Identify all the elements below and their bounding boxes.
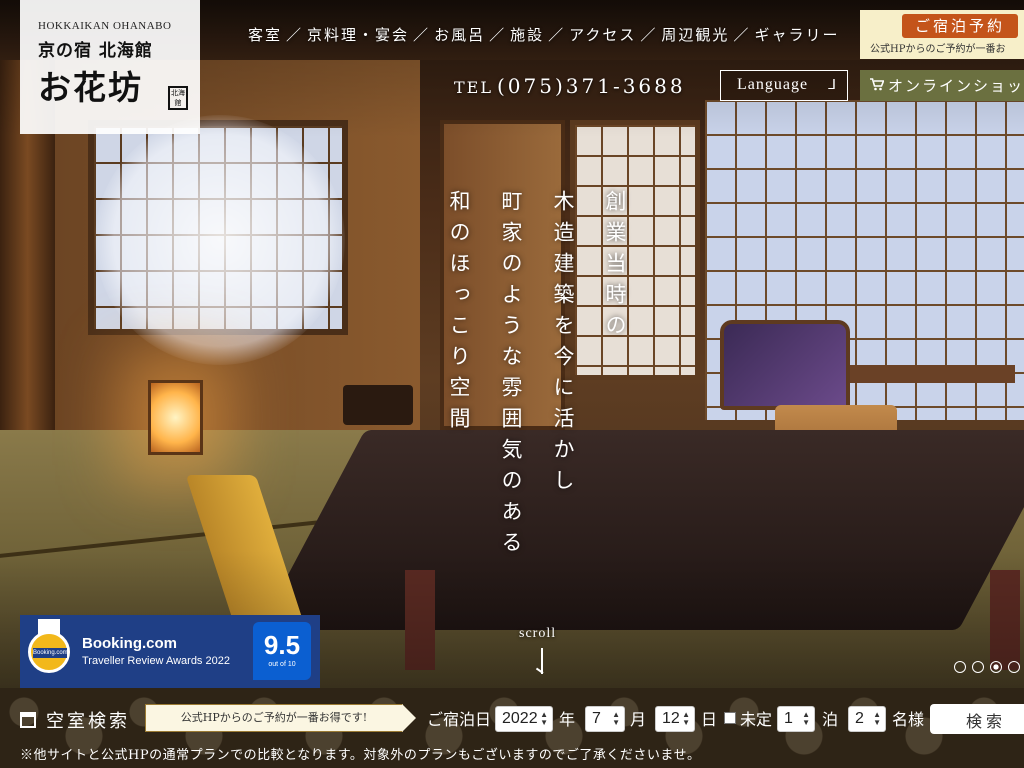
search-button[interactable]: 検索: [930, 704, 1024, 734]
reservation-box: ご宿泊予約 公式HPからのご予約が一番お: [860, 10, 1024, 59]
logo-subtitle: 京の宿 北海館: [38, 41, 153, 61]
nav-gallery[interactable]: ギャラリー: [754, 24, 839, 45]
slider-dot[interactable]: [1008, 661, 1020, 673]
stay-date-label: ご宿泊日: [427, 710, 492, 729]
tel-number: (075)371-3688: [496, 74, 686, 98]
price-disclaimer: ※他サイトと公式HPの通常プランでの比較となります。対象外のプランもございますの…: [20, 748, 701, 763]
booking-award-badge[interactable]: Booking.com Booking.com Traveller Review…: [20, 615, 320, 688]
phone-number[interactable]: TEL (075)371-3688: [454, 74, 686, 98]
award-medal-icon: Booking.com: [26, 619, 72, 677]
nav-separator: ／: [489, 26, 507, 44]
slider-dot-active[interactable]: [990, 661, 1002, 673]
nav-separator: ／: [548, 26, 566, 44]
guests-select[interactable]: 2 ▲ ▼: [848, 706, 886, 732]
scroll-label: scroll: [519, 626, 557, 641]
tagline-line: 和のほっこり空間: [447, 190, 471, 438]
reserve-note: 公式HPからのご予約が一番お: [870, 44, 1006, 55]
day-value: 12: [662, 710, 680, 727]
slider-pagination: [954, 661, 1020, 673]
main-nav: 客室 ／ 京料理・宴会 ／ お風呂 ／ 施設 ／ アクセス ／ 周辺観光 ／ ギ…: [248, 24, 839, 45]
spinner-icon: ▲ ▼: [802, 710, 810, 727]
online-shop-label: オンラインショップ: [888, 77, 1024, 95]
language-selector[interactable]: Language ⅃: [720, 70, 848, 101]
slider-dot[interactable]: [954, 661, 966, 673]
year-value: 2022: [502, 710, 538, 727]
guests-value: 2: [855, 710, 864, 727]
spinner-icon: ▲ ▼: [873, 710, 881, 727]
month-value: 7: [592, 710, 601, 727]
nav-cuisine[interactable]: 京料理・宴会: [307, 24, 409, 45]
search-title-text: 空室検索: [46, 711, 130, 732]
review-score: 9.5 out of 10: [253, 622, 311, 680]
undecided-label: 未定: [740, 710, 773, 729]
nights-select[interactable]: 1 ▲ ▼: [777, 706, 815, 732]
logo-name: お花坊: [38, 68, 143, 107]
nights-value: 1: [784, 710, 793, 727]
month-select[interactable]: 7 ▲ ▼: [585, 706, 625, 732]
nav-access[interactable]: アクセス: [569, 24, 636, 45]
promo-banner: 公式HPからのご予約が一番お得です!: [145, 704, 416, 732]
calendar-icon: [20, 712, 36, 728]
nav-separator: ／: [413, 26, 431, 44]
year-unit: 年: [559, 710, 576, 729]
year-select[interactable]: 2022 ▲ ▼: [495, 706, 553, 732]
tagline-line: 町家のような雰囲気のある: [499, 190, 523, 562]
booking-brand: Booking.com: [82, 635, 178, 652]
online-shop-button[interactable]: オンラインショップ: [860, 70, 1024, 101]
review-score-value: 9.5: [263, 630, 301, 660]
nav-separator: ／: [640, 26, 658, 44]
search-button-label: 検索: [966, 712, 1007, 731]
nav-bath[interactable]: お風呂: [434, 24, 485, 45]
spinner-icon: ▲ ▼: [682, 710, 690, 727]
language-label: Language: [737, 76, 809, 93]
nav-rooms[interactable]: 客室: [248, 24, 282, 45]
nights-unit: 泊: [822, 710, 839, 729]
search-title: 空室検索: [20, 707, 130, 733]
guests-unit: 名様: [892, 710, 925, 729]
undecided-checkbox[interactable]: [724, 712, 736, 724]
caret-icon: ⅃: [828, 78, 837, 93]
logo-seal: 北海館: [168, 86, 188, 110]
day-select[interactable]: 12 ▲ ▼: [655, 706, 695, 732]
scroll-indicator[interactable]: scroll: [519, 626, 557, 674]
vacancy-search-bar: 空室検索 公式HPからのご予約が一番お得です! ご宿泊日 2022 ▲ ▼ 年 7…: [0, 688, 1024, 768]
cart-icon: [870, 77, 885, 95]
reserve-button[interactable]: ご宿泊予約: [902, 14, 1018, 38]
nav-facilities[interactable]: 施設: [510, 24, 544, 45]
tagline-line: 創業当時の: [603, 190, 627, 345]
tagline-line: 木造建築を今に活かし: [551, 190, 575, 500]
slider-dot[interactable]: [972, 661, 984, 673]
review-score-scale: out of 10: [268, 661, 296, 668]
medal-text: Booking.com: [33, 648, 68, 658]
scroll-arrow-icon: [541, 648, 543, 674]
spinner-icon: ▲ ▼: [540, 710, 548, 727]
nav-separator: ／: [733, 26, 751, 44]
nav-sightseeing[interactable]: 周辺観光: [661, 24, 729, 45]
month-unit: 月: [630, 710, 647, 729]
site-logo[interactable]: HOKKAIKAN OHANABO 京の宿 北海館 お花坊 北海館: [20, 0, 200, 134]
day-unit: 日: [701, 710, 718, 729]
tel-label: TEL: [454, 78, 493, 97]
hero-tagline: 創業当時の 木造建築を今に活かし 町家のような雰囲気のある 和のほっこり空間: [447, 190, 630, 570]
nav-separator: ／: [286, 26, 304, 44]
logo-roman: HOKKAIKAN OHANABO: [38, 20, 172, 32]
booking-award-name: Traveller Review Awards 2022: [82, 655, 230, 667]
spinner-icon: ▲ ▼: [612, 710, 620, 727]
